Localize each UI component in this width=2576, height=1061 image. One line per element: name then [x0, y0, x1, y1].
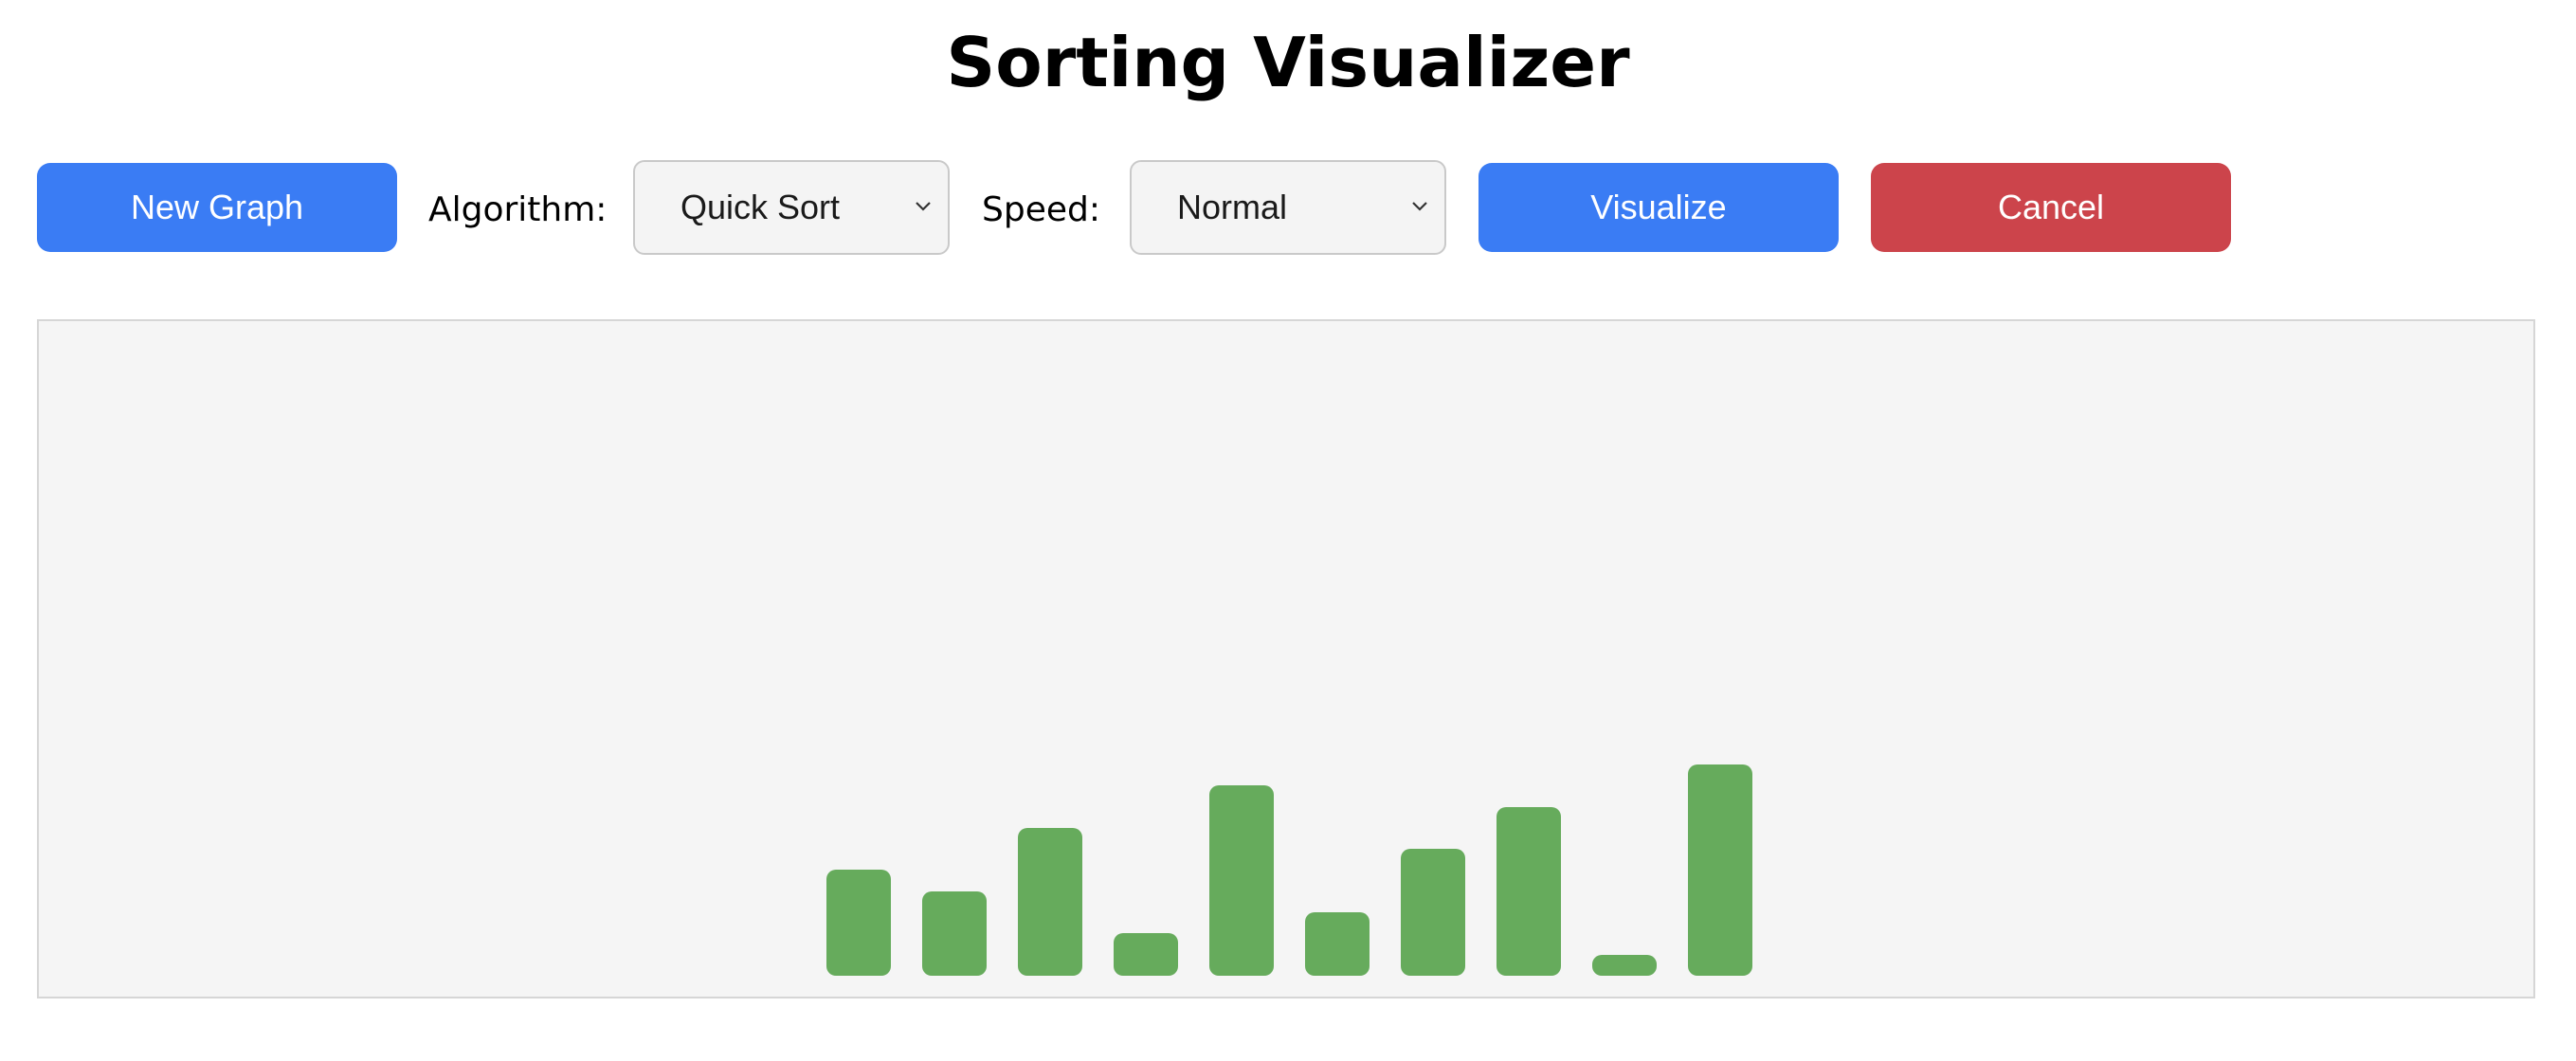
algorithm-selected-value: Quick Sort [680, 188, 841, 226]
graph-canvas [37, 319, 2535, 998]
array-bar [922, 891, 987, 976]
cancel-button[interactable]: Cancel [1871, 163, 2231, 252]
algorithm-select[interactable]: Quick Sort [633, 160, 950, 255]
toolbar: New Graph Algorithm: Quick Sort Speed: N… [0, 0, 2576, 284]
array-bar [1209, 785, 1274, 976]
speed-select[interactable]: Normal [1130, 160, 1446, 255]
array-bar [1018, 828, 1082, 976]
sorting-visualizer-page: Sorting Visualizer New Graph Algorithm: … [0, 0, 2576, 1061]
array-bar [1401, 849, 1465, 976]
new-graph-button[interactable]: New Graph [37, 163, 397, 252]
array-bar [1305, 912, 1370, 976]
array-bar [1114, 933, 1178, 976]
array-bar [1688, 764, 1752, 976]
speed-selected-value: Normal [1177, 188, 1288, 226]
algorithm-label: Algorithm: [428, 190, 608, 229]
chevron-down-icon [1412, 202, 1427, 211]
visualize-button[interactable]: Visualize [1478, 163, 1839, 252]
chevron-down-icon [916, 202, 931, 211]
array-bar [826, 870, 891, 976]
array-bar [1497, 807, 1561, 976]
array-bar [1592, 955, 1657, 976]
speed-label: Speed: [982, 190, 1100, 229]
